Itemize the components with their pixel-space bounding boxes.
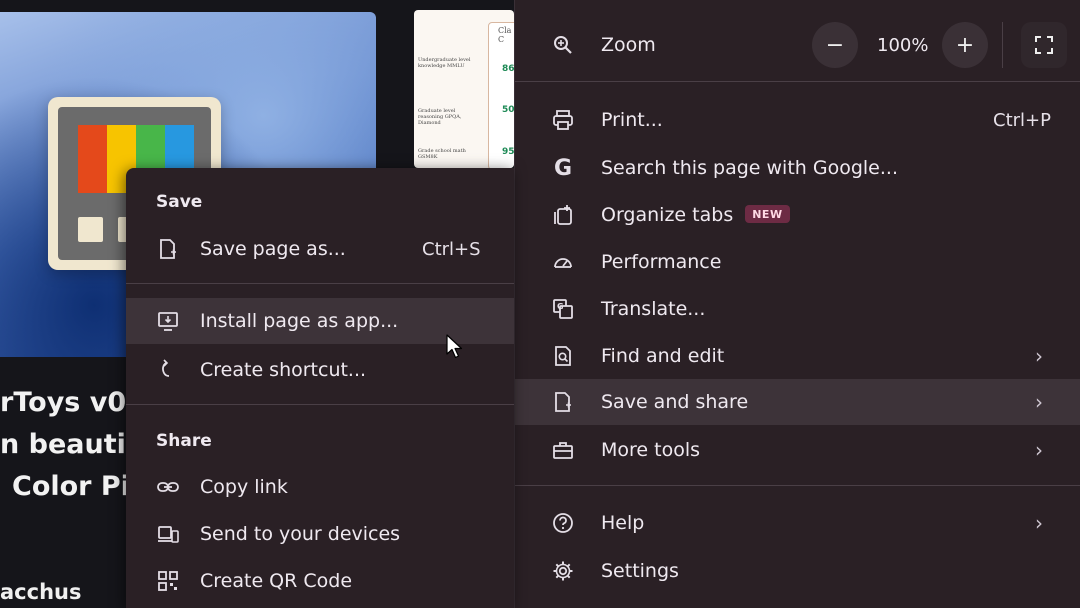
mouse-cursor-icon xyxy=(446,334,463,359)
google-icon: G xyxy=(553,155,573,181)
benchmark-table-thumbnail[interactable]: Cla C Undergraduate level knowledge MMLU… xyxy=(414,10,514,168)
table-row-value: 86 xyxy=(502,64,514,74)
chevron-right-icon: › xyxy=(1035,344,1043,368)
menu-item-label: Save and share xyxy=(601,391,749,413)
zoom-in-button[interactable]: + xyxy=(942,22,988,68)
menu-item-label: Performance xyxy=(601,251,722,273)
menu-item-label: Save page as... xyxy=(200,238,346,260)
menu-item-translate[interactable]: G Translate... xyxy=(515,286,1080,332)
find-page-icon xyxy=(551,344,575,368)
shortcut-label: Ctrl+S xyxy=(422,238,481,260)
menu-item-label: Send to your devices xyxy=(200,523,401,545)
table-row-label: Graduate level reasoning GPQA, Diamond xyxy=(418,108,462,126)
chevron-right-icon: › xyxy=(1035,438,1043,462)
speedometer-icon xyxy=(551,250,575,274)
browser-main-menu: Zoom − 100% + Print... Ctrl+P G Search t… xyxy=(514,0,1080,608)
menu-item-label: Create shortcut... xyxy=(200,359,367,381)
menu-item-performance[interactable]: Performance xyxy=(515,239,1080,285)
svg-text:G: G xyxy=(557,302,564,311)
save-share-submenu: Save Save page as... Ctrl+S Install page… xyxy=(126,168,514,608)
zoom-label: Zoom xyxy=(601,34,656,56)
table-column-header: Cla C xyxy=(498,26,512,44)
organize-tabs-text: Organize tabs xyxy=(601,204,734,226)
menu-item-label: More tools xyxy=(601,439,701,461)
save-share-icon xyxy=(551,390,575,414)
translate-icon: G xyxy=(551,297,575,321)
menu-item-print[interactable]: Print... Ctrl+P xyxy=(515,97,1080,143)
table-row-label: Grade school math GSM8K xyxy=(418,148,466,160)
menu-item-organize-tabs[interactable]: Organize tabs NEW xyxy=(515,192,1080,238)
shortcut-label: Ctrl+P xyxy=(993,109,1051,131)
menu-separator xyxy=(126,283,514,284)
printer-icon xyxy=(551,108,575,132)
menu-item-copy-link[interactable]: Copy link xyxy=(126,464,514,510)
devices-icon xyxy=(156,522,180,546)
qr-code-icon xyxy=(156,569,180,593)
article-title-line-3[interactable]: Color Pi xyxy=(12,471,130,502)
menu-separator xyxy=(515,81,1080,82)
table-row-value: 50 xyxy=(502,105,514,115)
zoom-divider xyxy=(1002,22,1003,68)
article-title-line-1[interactable]: rToys v0. xyxy=(0,387,136,418)
menu-separator xyxy=(515,485,1080,486)
menu-item-save-share[interactable]: Save and share › xyxy=(515,379,1080,425)
menu-item-label: Find and edit xyxy=(601,345,725,367)
organize-tabs-icon xyxy=(551,203,575,227)
new-badge: NEW xyxy=(745,205,790,223)
menu-item-label: Install page as app... xyxy=(200,310,399,332)
menu-item-label: Create QR Code xyxy=(200,570,353,592)
table-row-value: 95 xyxy=(502,147,514,157)
zoom-icon xyxy=(551,33,575,57)
chevron-right-icon: › xyxy=(1035,390,1043,414)
menu-separator xyxy=(126,404,514,405)
table-row-label: Undergraduate level knowledge MMLU xyxy=(418,57,471,69)
article-author[interactable]: acchus xyxy=(0,580,81,604)
toolbox-icon xyxy=(551,438,575,462)
zoom-level-row: 100% xyxy=(875,22,935,68)
menu-item-label: Settings xyxy=(601,560,679,582)
save-page-icon xyxy=(156,237,180,261)
link-icon xyxy=(156,475,180,499)
fullscreen-icon xyxy=(1035,36,1053,54)
zoom-out-button[interactable]: − xyxy=(812,22,858,68)
menu-item-label: Translate... xyxy=(601,298,706,320)
menu-item-search-google[interactable]: G Search this page with Google... xyxy=(515,145,1080,191)
menu-item-label: Copy link xyxy=(200,476,288,498)
menu-item-save-page[interactable]: Save page as... Ctrl+S xyxy=(126,226,514,272)
menu-item-label: Print... xyxy=(601,109,663,131)
menu-item-find-edit[interactable]: Find and edit › xyxy=(515,333,1080,379)
gear-icon xyxy=(551,559,575,583)
menu-item-more-tools[interactable]: More tools › xyxy=(515,427,1080,473)
fullscreen-button[interactable] xyxy=(1021,22,1067,68)
zoom-level: 100% xyxy=(877,34,929,56)
menu-item-settings[interactable]: Settings xyxy=(515,548,1080,594)
menu-item-label: Organize tabs NEW xyxy=(601,204,790,226)
menu-item-help[interactable]: Help › xyxy=(515,500,1080,546)
chevron-right-icon: › xyxy=(1035,511,1043,535)
help-icon xyxy=(551,511,575,535)
share-section-header: Share xyxy=(156,431,212,451)
shortcut-icon xyxy=(156,358,180,382)
install-app-icon xyxy=(156,309,180,333)
menu-item-label: Help xyxy=(601,512,645,534)
zoom-row: Zoom xyxy=(515,22,1080,68)
menu-item-send-devices[interactable]: Send to your devices xyxy=(126,511,514,557)
menu-item-qr-code[interactable]: Create QR Code xyxy=(126,558,514,604)
menu-item-label: Search this page with Google... xyxy=(601,157,898,179)
save-section-header: Save xyxy=(156,192,203,212)
